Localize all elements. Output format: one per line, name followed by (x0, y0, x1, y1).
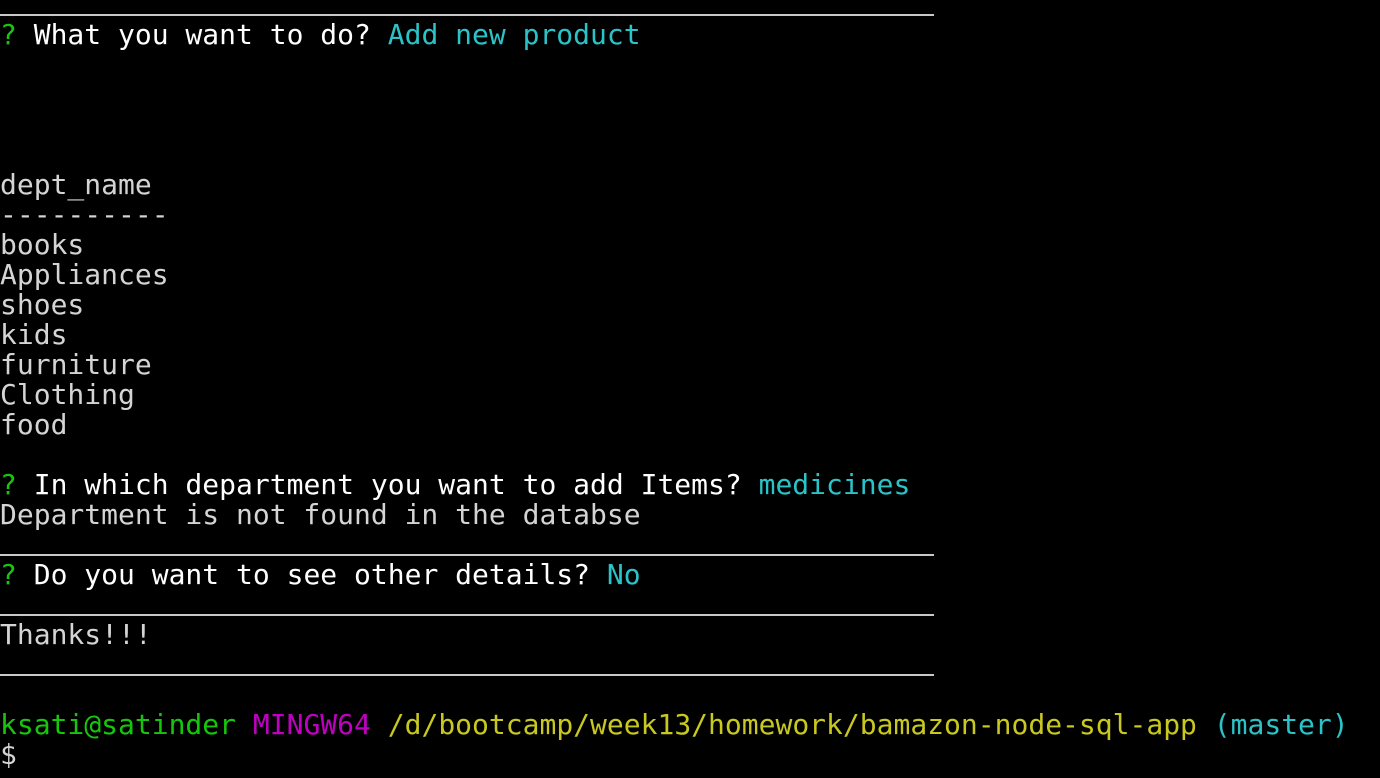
shell-prompt-line: ksati@satinder MINGW64 /d/bootcamp/week1… (0, 710, 1349, 740)
question-mark: ? (0, 468, 17, 501)
table-row: furniture (0, 348, 152, 381)
answer-text: medicines (758, 468, 911, 501)
separator-line (0, 674, 934, 676)
table-row: kids (0, 318, 68, 351)
prompt-line-details: ? Do you want to see other details? No (0, 560, 641, 590)
user-host: ksati@satinder (0, 708, 237, 741)
table-row: books (0, 228, 85, 261)
table-header: dept_name (0, 168, 152, 201)
separator-line (0, 14, 934, 16)
separator-line (0, 554, 934, 556)
thanks-message: Thanks!!! (0, 618, 152, 651)
error-message: Department is not found in the databse (0, 498, 641, 531)
prompt-symbol: $ (0, 738, 17, 771)
shell-name: MINGW64 (252, 708, 371, 741)
prompt-line-action: ? What you want to do? Add new product (0, 20, 641, 50)
answer-text: Add new product (387, 18, 641, 51)
table-row: shoes (0, 288, 85, 321)
question-text: In which department you want to add Item… (33, 468, 742, 501)
question-mark: ? (0, 18, 17, 51)
git-branch: (master) (1213, 708, 1349, 741)
prompt-line-department: ? In which department you want to add It… (0, 470, 910, 500)
question-text: Do you want to see other details? (33, 558, 591, 591)
terminal-window[interactable]: ? What you want to do? Add new product d… (0, 0, 1380, 778)
table-row: food (0, 408, 68, 441)
question-mark: ? (0, 558, 17, 591)
command-input-line[interactable]: $ (0, 740, 17, 770)
question-text: What you want to do? (33, 18, 371, 51)
working-directory: /d/bootcamp/week13/homework/bamazon-node… (387, 708, 1197, 741)
separator-line (0, 614, 934, 616)
table-row: Appliances (0, 258, 169, 291)
table-row: Clothing (0, 378, 135, 411)
table-separator: ---------- (0, 198, 169, 231)
answer-text: No (606, 558, 641, 591)
